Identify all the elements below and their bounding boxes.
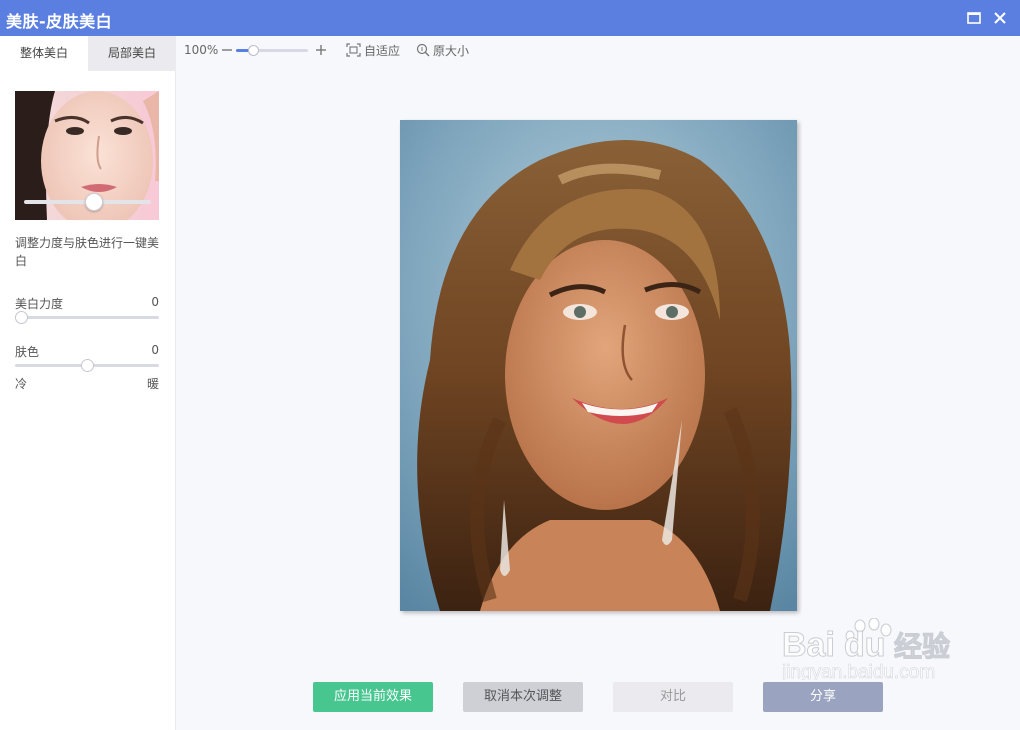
skin-tone-cool-label: 冷	[15, 377, 28, 391]
skin-tone-value: 0	[151, 343, 159, 357]
canvas-toolbar: 100% 自适应 原大小	[176, 36, 1020, 64]
close-icon	[994, 12, 1006, 24]
whitening-strength-label: 美白力度	[15, 297, 64, 311]
zoom-level-label: 100%	[184, 43, 219, 57]
panel-description: 调整力度与肤色进行一键美白	[15, 236, 160, 268]
zoom-in-button[interactable]	[315, 43, 327, 57]
skin-tone-label: 肤色	[15, 345, 40, 359]
svg-text:jingyan.baidu.com: jingyan.baidu.com	[782, 662, 935, 680]
tab-local-whitening[interactable]: 局部美白	[88, 36, 176, 71]
left-panel: 整体美白 局部美白 调整力度与肤色进行一键美白 美白力度 0 肤色 0 冷 暖	[0, 36, 176, 730]
window-title: 美肤-皮肤美白	[6, 12, 113, 31]
baidu-logo-watermark: Bai du 经验 jingyan.baidu.com	[781, 617, 951, 683]
share-button[interactable]: 分享	[763, 682, 883, 712]
skin-tone-warm-label: 暖	[147, 377, 160, 391]
maximize-button[interactable]	[964, 8, 984, 28]
original-size-label: 原大小	[433, 43, 470, 58]
zoom-out-button[interactable]	[221, 43, 233, 57]
svg-text:Bai: Bai	[782, 626, 835, 664]
skin-tone-handle[interactable]	[81, 359, 94, 372]
plus-icon	[316, 45, 326, 55]
whitening-strength-track[interactable]	[15, 316, 159, 319]
maximize-icon	[967, 12, 981, 24]
magnifier-icon	[416, 43, 430, 57]
fit-to-window-label: 自适应	[364, 43, 401, 58]
whitening-strength-handle[interactable]	[15, 311, 28, 324]
whitening-strength-value: 0	[151, 295, 159, 309]
canvas-photo	[400, 120, 797, 611]
fit-to-window-button[interactable]: 自适应	[346, 42, 400, 58]
cancel-adjustment-button[interactable]: 取消本次调整	[463, 682, 583, 712]
svg-text:经验: 经验	[894, 630, 950, 663]
title-bar: 美肤-皮肤美白	[0, 0, 1020, 36]
portrait-image	[400, 120, 797, 611]
close-button[interactable]	[990, 8, 1010, 28]
preview-slider-handle[interactable]	[84, 193, 103, 211]
svg-text:du: du	[844, 626, 886, 664]
baidu-jingyan-watermark: Bai du 经验 jingyan.baidu.com	[781, 617, 972, 683]
tab-bar: 整体美白 局部美白	[0, 36, 176, 71]
minus-icon	[222, 49, 232, 51]
zoom-slider-handle[interactable]	[248, 45, 260, 56]
compare-button[interactable]: 对比	[613, 682, 733, 712]
tab-whole-whitening[interactable]: 整体美白	[0, 36, 88, 71]
apply-effect-button[interactable]: 应用当前效果	[313, 682, 433, 712]
fit-icon	[346, 43, 361, 57]
original-size-button[interactable]: 原大小	[416, 42, 469, 58]
